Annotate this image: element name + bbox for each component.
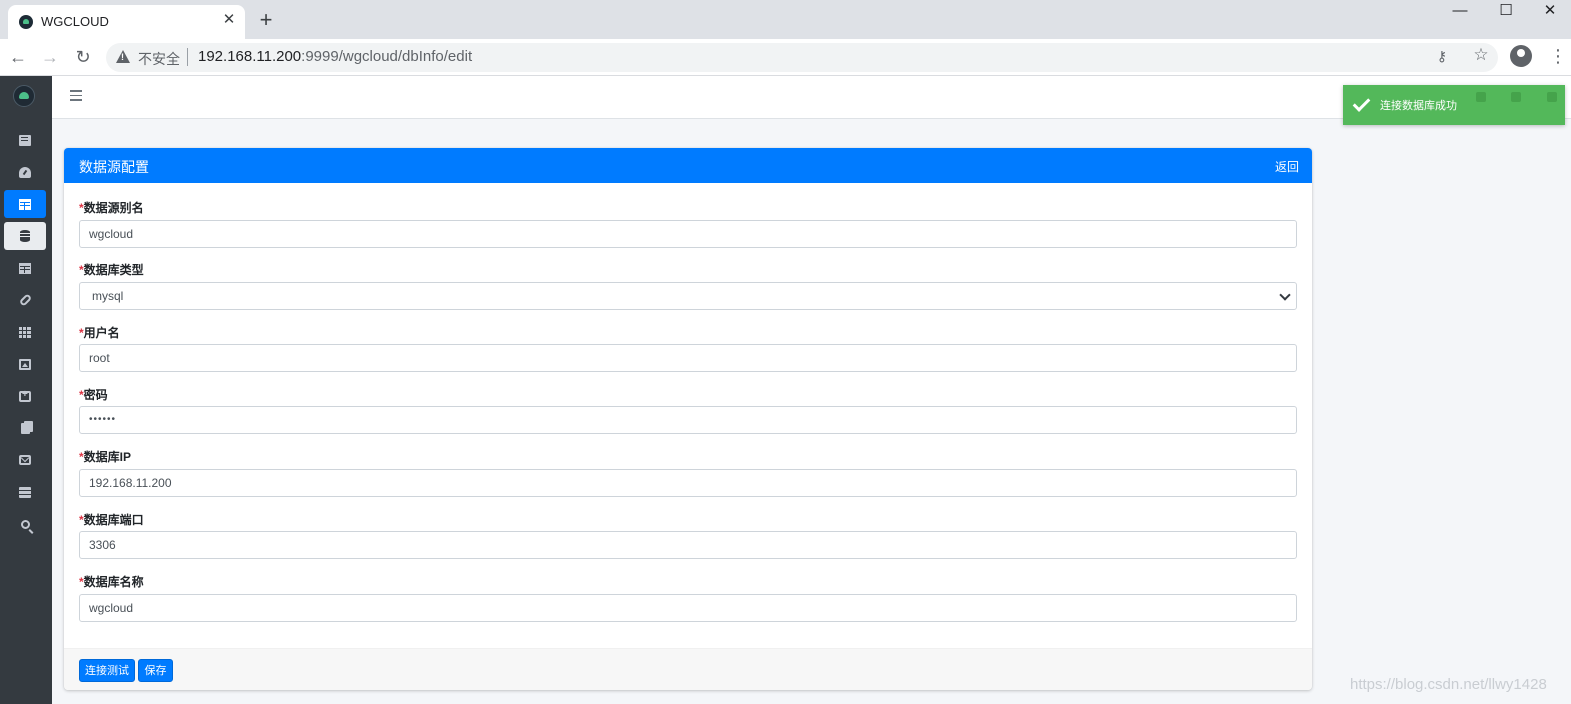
new-tab-button[interactable]: + (254, 8, 278, 32)
db-type-value: mysql (92, 289, 124, 303)
page-title: 数据源配置 (79, 159, 149, 175)
sidebar-item-book[interactable] (4, 126, 46, 154)
alias-input[interactable]: wgcloud (79, 220, 1297, 248)
sidebar (0, 76, 52, 704)
ghost-close-icon (1511, 92, 1521, 102)
sidebar-item-database[interactable] (4, 222, 46, 250)
table-icon (19, 198, 31, 210)
sidebar-item-datasource[interactable] (4, 190, 46, 218)
book-icon (19, 134, 31, 146)
url-text[interactable]: 192.168.11.200:9999/wgcloud/dbInfo/edit (198, 48, 472, 65)
sidebar-item-links[interactable] (4, 286, 46, 314)
sidebar-item-dashboard[interactable] (4, 158, 46, 186)
grid-icon (19, 326, 31, 338)
window-close-button[interactable]: ✕ (1527, 3, 1571, 21)
sidebar-item-mail[interactable] (4, 446, 46, 474)
label-db-ip: *数据库IP (79, 450, 132, 464)
label-password: *密码 (79, 388, 108, 402)
profile-icon[interactable] (1510, 45, 1532, 67)
window-minimize-button[interactable]: — (1437, 3, 1483, 21)
card-header: 数据源配置 返回 (64, 148, 1312, 183)
datasource-card: 数据源配置 返回 *数据源别名 wgcloud *数据库类型 mysql *用户… (64, 148, 1312, 690)
sidebar-item-grid[interactable] (4, 318, 46, 346)
browser-tabstrip: WGCLOUD ✕ + — ☐ ✕ (0, 0, 1571, 39)
save-button[interactable]: 保存 (138, 659, 173, 682)
sidebar-item-server[interactable] (4, 478, 46, 506)
security-label[interactable]: 不安全 (138, 49, 180, 69)
sidebar-item-tables[interactable] (4, 254, 46, 282)
reload-button[interactable]: ↻ (71, 45, 95, 69)
copy-icon (20, 422, 30, 434)
url-divider (187, 48, 188, 66)
forward-button[interactable]: → (38, 45, 62, 69)
star-icon[interactable]: ☆ (1471, 45, 1491, 65)
wgcloud-favicon-icon (19, 15, 33, 29)
database-icon (20, 230, 30, 242)
db-ip-input[interactable]: 192.168.11.200 (79, 469, 1297, 497)
address-bar[interactable]: 不安全 192.168.11.200:9999/wgcloud/dbInfo/e… (106, 43, 1498, 72)
success-toast[interactable]: 连接数据库成功 (1343, 85, 1565, 125)
zoom-icon (20, 519, 30, 529)
tab-title: WGCLOUD (41, 14, 109, 29)
back-link[interactable]: 返回 (1275, 158, 1299, 175)
window-maximize-button[interactable]: ☐ (1483, 3, 1529, 21)
browser-menu-icon[interactable]: ⋮ (1549, 46, 1567, 66)
check-icon (1353, 98, 1371, 110)
plus-square-icon (19, 389, 31, 402)
server-icon (19, 486, 31, 498)
db-name-input[interactable]: wgcloud (79, 594, 1297, 622)
db-port-input[interactable]: 3306 (79, 531, 1297, 559)
tab-close-icon[interactable]: ✕ (220, 11, 238, 29)
url-path: :9999/wgcloud/dbInfo/edit (301, 48, 473, 65)
back-button[interactable]: ← (6, 45, 30, 69)
sidebar-item-image[interactable] (4, 350, 46, 378)
sidebar-item-add[interactable] (4, 382, 46, 410)
key-icon[interactable]: ⚷ (1432, 46, 1452, 66)
password-input[interactable]: •••••• (79, 406, 1297, 434)
chevron-down-icon (1278, 289, 1292, 303)
wgcloud-logo-icon[interactable] (13, 85, 35, 107)
username-input[interactable]: root (79, 344, 1297, 372)
test-connection-button[interactable]: 连接测试 (79, 659, 135, 682)
hamburger-icon[interactable] (70, 90, 82, 101)
card-footer: 连接测试 保存 (64, 648, 1312, 690)
sidebar-item-copy[interactable] (4, 414, 46, 442)
watermark: https://blog.csdn.net/llwy1428 (1350, 676, 1547, 693)
browser-toolbar: ← → ↻ 不安全 192.168.11.200:9999/wgcloud/db… (0, 39, 1571, 76)
db-type-select[interactable]: mysql (79, 282, 1297, 310)
label-db-port: *数据库端口 (79, 513, 144, 527)
image-icon (19, 358, 31, 370)
url-host: 192.168.11.200 (198, 48, 302, 65)
ghost-user-icon (1476, 92, 1486, 102)
toast-message: 连接数据库成功 (1380, 100, 1457, 112)
label-alias: *数据源别名 (79, 201, 144, 215)
gauge-icon (19, 166, 31, 178)
warning-icon[interactable] (116, 50, 130, 63)
mail-icon (19, 455, 31, 465)
link-icon (18, 293, 32, 307)
label-username: *用户名 (79, 326, 120, 340)
browser-tab[interactable]: WGCLOUD ✕ (8, 5, 245, 39)
label-db-type: *数据库类型 (79, 263, 144, 277)
table-icon (19, 262, 31, 274)
ghost-book-icon (1547, 92, 1557, 102)
sidebar-item-search[interactable] (4, 510, 46, 538)
label-db-name: *数据库名称 (79, 575, 144, 589)
